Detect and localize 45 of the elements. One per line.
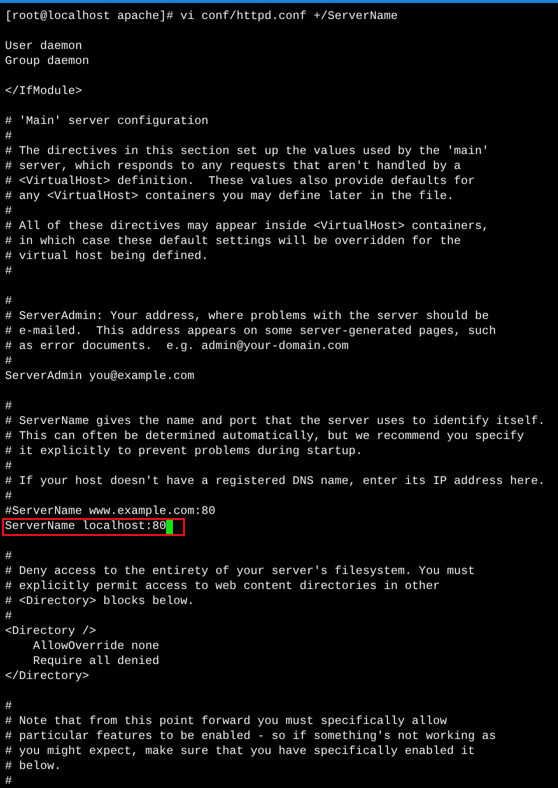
terminal-line: # below. <box>5 759 62 773</box>
terminal-line: ServerName localhost:80 <box>5 519 166 534</box>
terminal-line: # virtual host being defined. <box>5 249 208 263</box>
terminal-line: # <box>5 294 12 308</box>
terminal-line: # any <VirtualHost> containers you may define later in the file. <box>5 189 454 203</box>
terminal-line: # This can often be determined automatically, but we recommend you specify <box>5 429 524 443</box>
terminal-line: # ServerAdmin: Your address, where problems with the server should be <box>5 309 489 323</box>
terminal-line: # All of these directives may appear inside <VirtualHost> containers, <box>5 219 489 233</box>
terminal-line: # 'Main' server configuration <box>5 114 208 128</box>
terminal-line: # explicitly permit access to web content directories in other <box>5 579 440 593</box>
terminal-line: # server, which responds to any requests that aren't handled by a <box>5 159 461 173</box>
terminal-line: # <Directory> blocks below. <box>5 594 194 608</box>
terminal-line: <Directory /> <box>5 624 96 638</box>
terminal-line: # it explicitly to prevent problems during startup. <box>5 444 363 458</box>
terminal-line: # Deny access to the entirety of your server's filesystem. You must <box>5 564 475 578</box>
terminal-line: # e-mailed. This address appears on some server-generated pages, such <box>5 324 496 338</box>
terminal-line: # <box>5 129 12 143</box>
terminal-line: Group daemon <box>5 54 90 68</box>
terminal-line: # ServerName gives the name and port that the server uses to identify itself. <box>5 414 546 428</box>
terminal-line: # particular features to be enabled - so if something's not working as <box>5 729 496 743</box>
terminal-line: # in which case these default settings will be overridden for the <box>5 234 461 248</box>
terminal-line: Require all denied <box>32 654 160 668</box>
terminal-line: ServerAdmin you@example.com <box>5 369 194 383</box>
terminal-line: # as error documents. e.g. admin@your-domain.com <box>5 339 349 353</box>
terminal-line: # <box>5 609 12 623</box>
terminal-line: [root@localhost apache]# vi conf/httpd.conf +/ServerName <box>5 9 398 23</box>
terminal-line: # <box>5 399 12 413</box>
terminal-line: # <box>5 699 12 713</box>
terminal-line: # <box>5 354 12 368</box>
terminal-line: # <box>5 774 12 788</box>
terminal-line: # <box>5 264 12 278</box>
terminal-line: # <box>5 549 12 563</box>
terminal-line: # Note that from this point forward you must specifically allow <box>5 714 447 728</box>
terminal-line: # <box>5 489 12 503</box>
terminal-line: # If your host doesn't have a registered DNS name, enter its IP address here. <box>5 474 546 488</box>
terminal-line: #ServerName www.example.com:80 <box>5 504 216 518</box>
terminal-line: </Directory> <box>5 669 90 683</box>
terminal-line: </IfModule> <box>5 84 82 98</box>
terminal-line: # you might expect, make sure that you have specifically enabled it <box>5 744 475 758</box>
terminal-line: # The directives in this section set up the values used by the 'main' <box>5 144 489 158</box>
terminal-line: User daemon <box>5 39 82 53</box>
terminal-line: # <box>5 459 12 473</box>
terminal-line: AllowOverride none <box>32 639 160 653</box>
terminal-line: # <box>5 204 12 218</box>
terminal-line: # <VirtualHost> definition. These values also provide defaults for <box>5 174 475 188</box>
